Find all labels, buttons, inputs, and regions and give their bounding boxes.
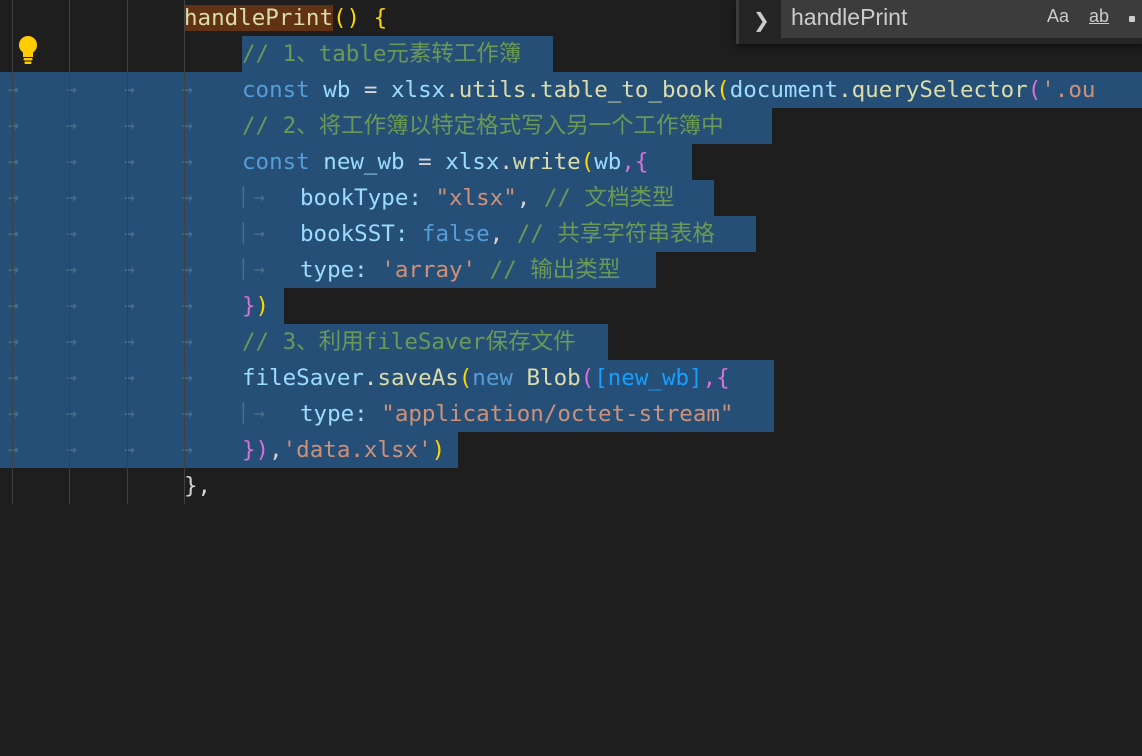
code-line[interactable]: → → → → }) [0,288,1142,324]
code-editor[interactable]: handlePrint() { // 1、table元素转工作簿 → → → →… [0,0,1142,504]
whitespace-arrow: → [8,367,19,388]
whitespace-arrow: → [254,403,265,424]
whitespace-arrow: → [8,151,19,172]
whitespace-arrow: → [66,367,77,388]
code-line[interactable]: → → → → const wb = xlsx.utils.table_to_b… [0,72,1142,108]
whitespace-arrow: → [182,367,193,388]
whitespace-arrow: → [124,439,135,460]
find-widget: ❯ handlePrint Aa ab [736,0,1142,44]
whitespace-arrow: → [182,259,193,280]
whitespace-arrow: → [66,295,77,316]
code-line[interactable]: → → → → }),'data.xlsx') [0,432,1142,468]
find-match-highlight: handlePrint [184,5,334,31]
whitespace-arrow: → [66,79,77,100]
whitespace-arrow: → [124,367,135,388]
whitespace-arrow: → [124,403,135,424]
whitespace-arrow: → [124,187,135,208]
whitespace-arrow: → [182,295,193,316]
match-case-button[interactable]: Aa [1047,6,1069,27]
whitespace-arrow: → [182,223,193,244]
whitespace-arrow: → [182,187,193,208]
whitespace-arrow: → [8,439,19,460]
whitespace-arrow: → [66,187,77,208]
match-whole-word-button[interactable]: ab [1089,6,1109,27]
whitespace-arrow: → [8,187,19,208]
whitespace-arrow: → [124,115,135,136]
indent-marker: │ [238,187,249,208]
whitespace-arrow: → [124,79,135,100]
find-input[interactable]: handlePrint [791,4,907,31]
code-line[interactable]: → → → → │ → type: 'array' // 输出类型 [0,252,1142,288]
whitespace-arrow: → [124,151,135,172]
whitespace-arrow: → [66,259,77,280]
whitespace-arrow: → [8,331,19,352]
whitespace-arrow: → [8,259,19,280]
indent-marker: │ [238,259,249,280]
whitespace-arrow: → [254,187,265,208]
lightbulb-icon[interactable] [18,35,38,65]
whitespace-arrow: → [182,439,193,460]
whitespace-arrow: → [66,331,77,352]
code-line[interactable]: → → → → // 3、利用fileSaver保存文件 [0,324,1142,360]
code-line[interactable]: → → → → fileSaver.saveAs(new Blob([new_w… [0,360,1142,396]
whitespace-arrow: → [66,151,77,172]
indent-marker: │ [238,223,249,244]
whitespace-arrow: → [182,151,193,172]
chevron-right-icon[interactable]: ❯ [753,8,775,34]
code-line[interactable]: → → → → // 2、将工作簿以特定格式写入另一个工作簿中 [0,108,1142,144]
indent-marker: │ [238,403,249,424]
whitespace-arrow: → [66,403,77,424]
whitespace-arrow: → [8,295,19,316]
whitespace-arrow: → [182,79,193,100]
whitespace-arrow: → [124,331,135,352]
code-line[interactable]: → → → → │ → type: "application/octet-str… [0,396,1142,432]
whitespace-arrow: → [182,115,193,136]
whitespace-arrow: → [124,295,135,316]
whitespace-arrow: → [66,223,77,244]
whitespace-arrow: → [66,439,77,460]
whitespace-arrow: → [124,259,135,280]
code-line[interactable]: → → → → │ → bookSST: false, // 共享字符串表格 [0,216,1142,252]
whitespace-arrow: → [254,259,265,280]
code-line[interactable]: → → → → const new_wb = xlsx.write(wb,{ [0,144,1142,180]
whitespace-arrow: → [254,223,265,244]
whitespace-arrow: → [8,79,19,100]
whitespace-arrow: → [182,331,193,352]
code-line[interactable]: → → → → │ → bookType: "xlsx", // 文档类型 [0,180,1142,216]
whitespace-arrow: → [8,403,19,424]
whitespace-arrow: → [124,223,135,244]
whitespace-arrow: → [66,115,77,136]
whitespace-arrow: → [8,223,19,244]
regex-dot-icon[interactable] [1129,16,1135,22]
whitespace-arrow: → [8,115,19,136]
whitespace-arrow: → [182,403,193,424]
code-line[interactable]: }, [0,468,1142,504]
